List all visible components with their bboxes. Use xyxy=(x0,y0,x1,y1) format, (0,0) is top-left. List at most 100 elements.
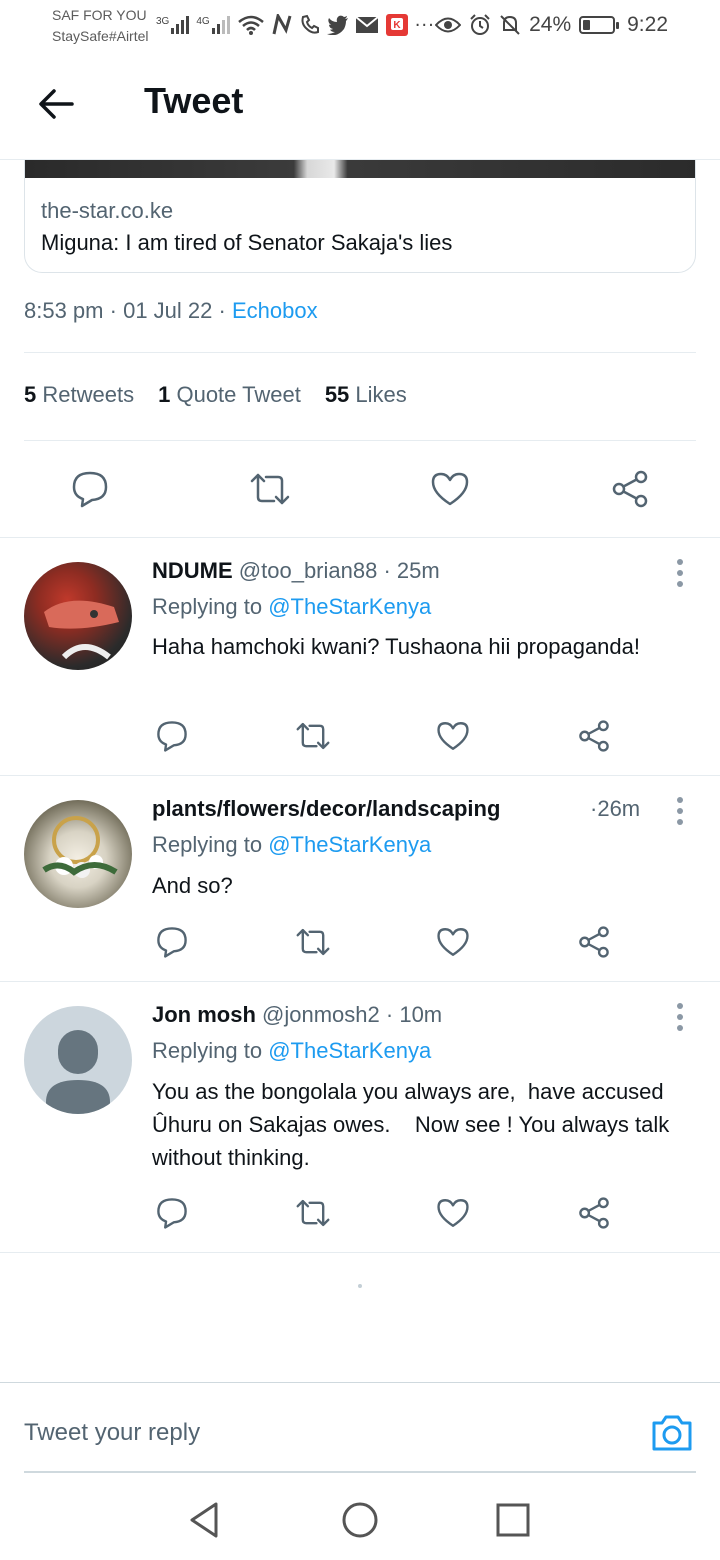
quotes-stat[interactable]: 1 Quote Tweet xyxy=(158,382,301,408)
retweets-stat[interactable]: 5 Retweets xyxy=(24,382,134,408)
status-icons: 3G 4G K ··· xyxy=(156,10,435,40)
divider xyxy=(24,352,696,353)
alarm-icon xyxy=(470,14,490,35)
heart-icon xyxy=(431,472,469,506)
reply-age: 25m xyxy=(396,558,440,583)
phone-icon xyxy=(301,14,319,34)
reply-button[interactable] xyxy=(152,716,192,756)
reply-age: 10m xyxy=(399,1002,443,1027)
tweet-timestamp: 8:53 pm · 01 Jul 22 · Echobox xyxy=(24,298,318,323)
like-button[interactable] xyxy=(433,1193,473,1233)
reply-actions xyxy=(0,716,720,756)
link-preview-card[interactable]: the-star.co.ke Miguna: I am tired of Sen… xyxy=(24,160,696,273)
like-button[interactable] xyxy=(428,467,472,511)
heart-icon xyxy=(437,722,469,750)
top-app-bar: Tweet xyxy=(0,50,720,160)
reply-actions xyxy=(0,1193,720,1233)
retweet-button[interactable] xyxy=(293,716,333,756)
retweet-icon xyxy=(296,928,330,956)
reply-age-wrap: ·26m xyxy=(590,796,641,821)
avatar[interactable] xyxy=(24,800,132,908)
replying-to: Replying to @TheStarKenya xyxy=(152,1038,432,1063)
camera-icon[interactable] xyxy=(650,1411,694,1455)
nav-back-icon[interactable] xyxy=(186,1500,226,1540)
back-arrow-icon[interactable] xyxy=(36,84,76,124)
retweet-button[interactable] xyxy=(293,922,333,962)
more-options-icon[interactable] xyxy=(672,558,688,588)
heart-icon xyxy=(437,1199,469,1227)
like-button[interactable] xyxy=(433,716,473,756)
reply-age: 26m xyxy=(597,796,641,821)
mention-link[interactable]: @TheStarKenya xyxy=(268,832,431,857)
reply-actions xyxy=(0,922,720,962)
status-bar: SAF FOR YOU StaySafe#Airtel 3G 4G K ··· … xyxy=(0,0,720,50)
display-name[interactable]: plants/flowers/decor/landscaping xyxy=(152,796,500,821)
nav-home-icon[interactable] xyxy=(340,1500,380,1540)
battery-icon xyxy=(579,16,620,34)
link-domain: the-star.co.ke xyxy=(41,198,174,223)
reply-header: Jon mosh @jonmosh2 · 10m xyxy=(152,1002,443,1027)
share-button[interactable] xyxy=(574,922,614,962)
mention-link[interactable]: @TheStarKenya xyxy=(268,594,431,619)
reply-header: plants/flowers/decor/landscaping xyxy=(152,796,500,822)
reply-icon xyxy=(157,721,187,752)
more-options-icon[interactable] xyxy=(672,796,688,826)
page-title: Tweet xyxy=(144,80,244,121)
share-button[interactable] xyxy=(608,467,652,511)
share-button[interactable] xyxy=(574,1193,614,1233)
svg-text:K: K xyxy=(393,20,401,31)
reply-input-placeholder[interactable]: Tweet your reply xyxy=(24,1419,200,1447)
status-right: 24% 9:22 xyxy=(435,10,668,40)
composer-underline xyxy=(24,1471,696,1473)
retweet-icon xyxy=(296,1199,330,1227)
more-options-icon[interactable] xyxy=(672,1002,688,1032)
mute-bell-icon xyxy=(500,15,520,35)
more-notifications-icon: ··· xyxy=(414,14,435,36)
battery-percent: 24% xyxy=(529,13,572,36)
handle[interactable]: @too_brian88 xyxy=(239,558,378,583)
carrier-line-2: StaySafe#Airtel xyxy=(52,28,149,44)
mention-link[interactable]: @TheStarKenya xyxy=(268,1038,431,1063)
reply-icon xyxy=(157,1198,187,1229)
share-icon xyxy=(579,1197,609,1229)
retweet-icon xyxy=(296,722,330,750)
reply-tweet[interactable]: NDUME @too_brian88 · 25m Replying to @Th… xyxy=(0,538,720,775)
like-button[interactable] xyxy=(433,922,473,962)
app-notification-icon: K xyxy=(385,14,408,36)
reply-tweet[interactable]: plants/flowers/decor/landscaping ·26m Re… xyxy=(0,776,720,981)
display-name[interactable]: Jon mosh xyxy=(152,1002,256,1027)
reply-button[interactable] xyxy=(68,467,112,511)
reply-header: NDUME @too_brian88 · 25m xyxy=(152,558,440,583)
link-preview-image xyxy=(25,160,695,178)
handle[interactable]: @jonmosh2 xyxy=(262,1002,380,1027)
divider xyxy=(0,1252,720,1253)
reply-tweet[interactable]: Jon mosh @jonmosh2 · 10m Replying to @Th… xyxy=(0,982,720,1252)
nfc-icon xyxy=(272,14,292,35)
clock: 9:22 xyxy=(627,13,668,36)
likes-stat[interactable]: 55 Likes xyxy=(325,382,407,408)
reply-button[interactable] xyxy=(152,1193,192,1233)
tweet-source-link[interactable]: Echobox xyxy=(232,298,318,323)
heart-icon xyxy=(437,928,469,956)
avatar[interactable] xyxy=(24,1006,132,1114)
reply-text: Haha hamchoki kwani? Tushaona hii propag… xyxy=(152,634,640,659)
reply-composer[interactable]: Tweet your reply xyxy=(0,1382,720,1473)
avatar[interactable] xyxy=(24,562,132,670)
retweet-icon xyxy=(250,473,290,505)
share-button[interactable] xyxy=(574,716,614,756)
signal-4g-icon: 4G xyxy=(196,16,230,34)
system-nav-bar xyxy=(0,1480,720,1560)
replying-to: Replying to @TheStarKenya xyxy=(152,594,432,619)
reply-button[interactable] xyxy=(152,922,192,962)
signal-3g-icon: 3G xyxy=(156,16,190,34)
tweet-time: 8:53 pm xyxy=(24,298,104,323)
nav-recents-icon[interactable] xyxy=(493,1500,533,1540)
share-icon xyxy=(579,926,609,958)
reply-icon xyxy=(157,927,187,958)
retweet-button[interactable] xyxy=(248,467,292,511)
share-icon xyxy=(612,470,648,508)
display-name[interactable]: NDUME xyxy=(152,558,233,583)
twitter-bird-icon xyxy=(326,15,348,35)
carrier-line-1: SAF FOR YOU xyxy=(52,7,147,23)
retweet-button[interactable] xyxy=(293,1193,333,1233)
